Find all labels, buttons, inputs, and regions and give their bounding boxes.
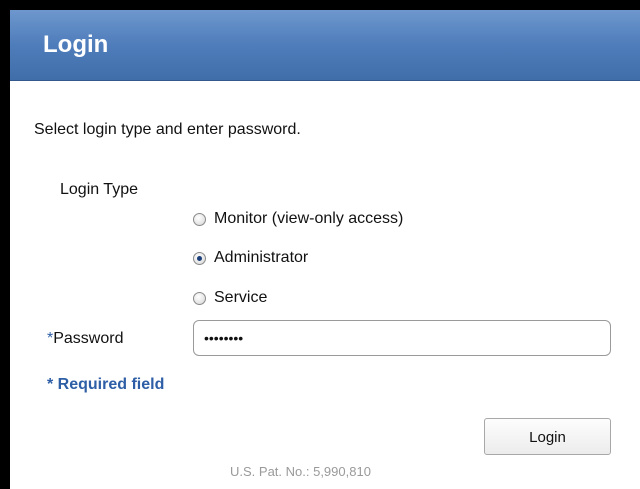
radio-label-monitor[interactable]: Monitor (view-only access) xyxy=(214,209,403,229)
required-field-note: * Required field xyxy=(47,376,165,393)
radio-button-monitor[interactable] xyxy=(193,212,206,226)
window-frame-top xyxy=(0,0,640,10)
radio-option-service[interactable]: Service xyxy=(193,286,267,310)
radio-button-service[interactable] xyxy=(193,291,206,305)
title-bar: Login xyxy=(10,10,640,81)
password-label: *Password xyxy=(47,329,123,349)
radio-button-administrator[interactable] xyxy=(193,251,206,265)
dialog-title: Login xyxy=(43,31,109,58)
patent-notice: U.S. Pat. No.: 5,990,810 xyxy=(230,464,371,479)
login-type-label: Login Type xyxy=(60,181,138,198)
password-label-text: Password xyxy=(53,330,124,347)
login-dialog: Login Select login type and enter passwo… xyxy=(0,0,640,489)
radio-option-administrator[interactable]: Administrator xyxy=(193,246,308,270)
instructions-text: Select login type and enter password. xyxy=(34,121,301,138)
password-input[interactable] xyxy=(193,320,611,356)
radio-label-service[interactable]: Service xyxy=(214,288,267,308)
login-button[interactable]: Login xyxy=(484,418,611,455)
radio-label-administrator[interactable]: Administrator xyxy=(214,248,308,268)
radio-option-monitor[interactable]: Monitor (view-only access) xyxy=(193,207,403,231)
window-frame-left xyxy=(0,0,10,489)
